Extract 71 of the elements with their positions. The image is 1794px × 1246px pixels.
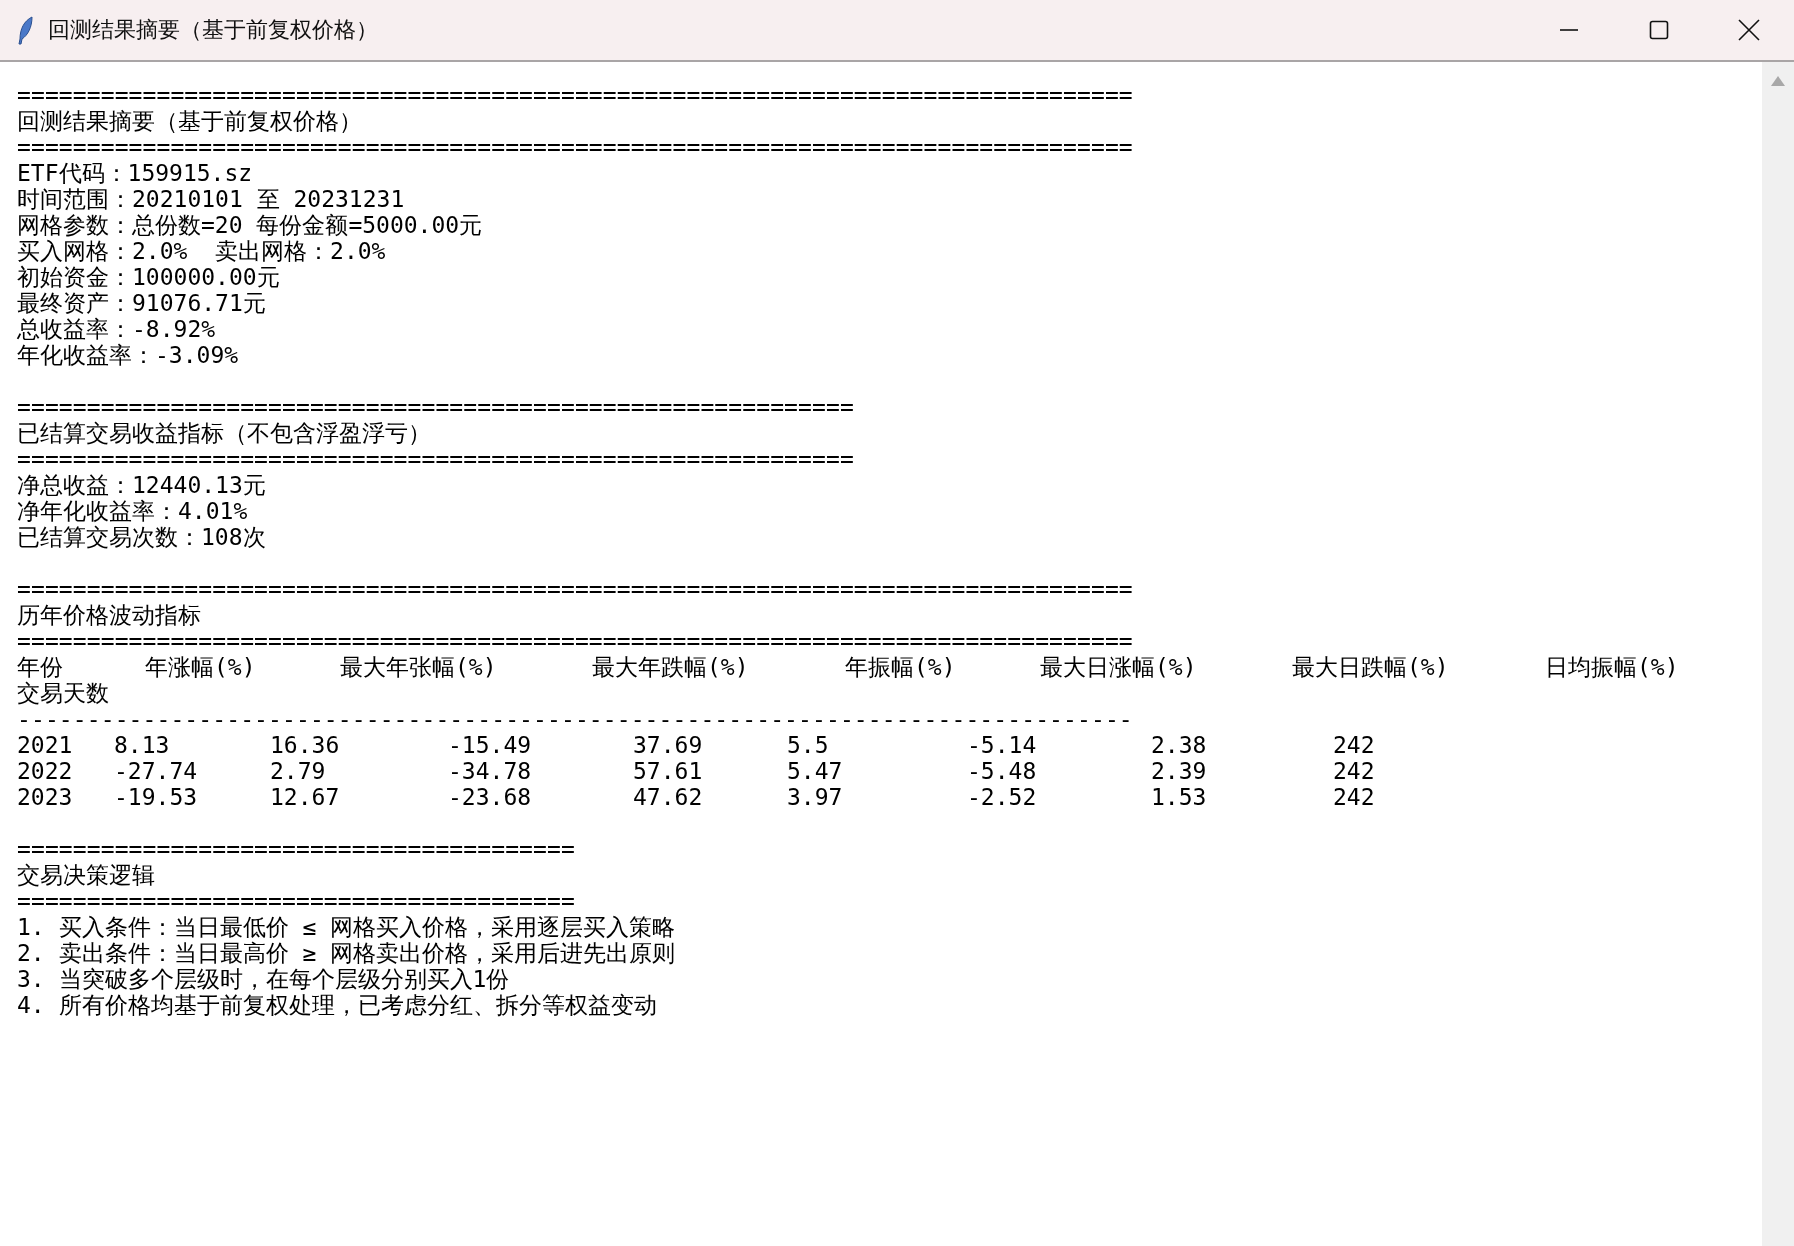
text-line: ETF代码：159915.sz: [17, 160, 254, 186]
value-text: 57.61: [633, 758, 704, 784]
header-text: 最大年张幅(%): [340, 654, 498, 680]
value-text: 16.36: [270, 732, 341, 758]
value-text: 2022: [17, 758, 74, 784]
separator-line: ========================================: [17, 836, 576, 862]
text-line: 已结算交易次数：108次: [17, 524, 267, 550]
maximize-icon: [1649, 20, 1669, 40]
header-text: 年振幅(%): [845, 654, 957, 680]
value-text: 3.97: [787, 784, 844, 810]
text-line: 1. 买入条件：当日最低价 ≤ 网格买入价格，采用逐层买入策略: [17, 914, 677, 940]
scrollbar[interactable]: [1762, 62, 1794, 1246]
separator-line: ================================================================================: [17, 576, 1134, 602]
section-heading: 历年价格波动指标: [17, 602, 202, 628]
value-text: 2.39: [1151, 758, 1208, 784]
minimize-icon: [1559, 29, 1579, 31]
feather-icon: [16, 15, 36, 45]
value-text: -19.53: [114, 784, 199, 810]
value-text: 5.5: [787, 732, 830, 758]
value-text: 8.13: [114, 732, 171, 758]
scroll-up-icon[interactable]: [1771, 76, 1785, 86]
text-line: 净年化收益率：4.01%: [17, 498, 249, 524]
value-text: 242: [1333, 784, 1376, 810]
header-text: 最大日涨幅(%): [1040, 654, 1198, 680]
value-text: -15.49: [448, 732, 533, 758]
value-text: 2023: [17, 784, 74, 810]
header-text: 最大年跌幅(%): [592, 654, 750, 680]
value-text: 2.38: [1151, 732, 1208, 758]
header-text: 交易天数: [17, 680, 110, 706]
window-title: 回测结果摘要（基于前复权价格）: [48, 16, 378, 44]
text-line: 总收益率：-8.92%: [17, 316, 217, 342]
value-text: -34.78: [448, 758, 533, 784]
separator-line: ================================================================================: [17, 134, 1134, 160]
text-line: 时间范围：20210101 至 20231231: [17, 186, 406, 212]
separator-line: ================================================================================: [17, 82, 1134, 108]
separator-line: --------------------------------------------------------------------------------: [17, 706, 1134, 732]
section-heading: 已结算交易收益指标（不包含浮盈浮亏）: [17, 420, 432, 446]
value-text: -27.74: [114, 758, 199, 784]
text-line: 买入网格：2.0% 卖出网格：2.0%: [17, 238, 387, 264]
value-text: 12.67: [270, 784, 341, 810]
separator-line: ============================================================: [17, 446, 855, 472]
value-text: 242: [1333, 732, 1376, 758]
text-line: 3. 当突破多个层级时，在每个层级分别买入1份: [17, 966, 511, 992]
separator-line: ================================================================================: [17, 628, 1134, 654]
value-text: 47.62: [633, 784, 704, 810]
text-line: 网格参数：总份数=20 每份金额=5000.00元: [17, 212, 484, 238]
section-heading: 交易决策逻辑: [17, 862, 156, 888]
value-text: -23.68: [448, 784, 533, 810]
section-heading: 回测结果摘要（基于前复权价格）: [17, 108, 363, 134]
value-text: 1.53: [1151, 784, 1208, 810]
header-text: 年涨幅(%): [145, 654, 257, 680]
header-text: 最大日跌幅(%): [1292, 654, 1450, 680]
value-text: -5.14: [967, 732, 1038, 758]
value-text: 242: [1333, 758, 1376, 784]
text-line: 最终资产：91076.71元: [17, 290, 267, 316]
value-text: 37.69: [633, 732, 704, 758]
value-text: 5.47: [787, 758, 844, 784]
separator-line: ========================================: [17, 888, 576, 914]
value-text: 2021: [17, 732, 74, 758]
text-line: 净总收益：12440.13元: [17, 472, 267, 498]
value-text: 2.79: [270, 758, 327, 784]
separator-line: ============================================================: [17, 394, 855, 420]
close-icon: [1738, 19, 1760, 41]
value-text: -2.52: [967, 784, 1038, 810]
value-text: -5.48: [967, 758, 1038, 784]
text-line: 初始资金：100000.00元: [17, 264, 281, 290]
text-line: 年化收益率：-3.09%: [17, 342, 240, 368]
text-line: 2. 卖出条件：当日最高价 ≥ 网格卖出价格，采用后进先出原则: [17, 940, 677, 966]
text-line: 4. 所有价格均基于前复权处理，已考虑分红、拆分等权益变动: [17, 992, 658, 1018]
header-text: 年份: [17, 654, 64, 680]
header-text: 日均振幅(%): [1545, 654, 1680, 680]
